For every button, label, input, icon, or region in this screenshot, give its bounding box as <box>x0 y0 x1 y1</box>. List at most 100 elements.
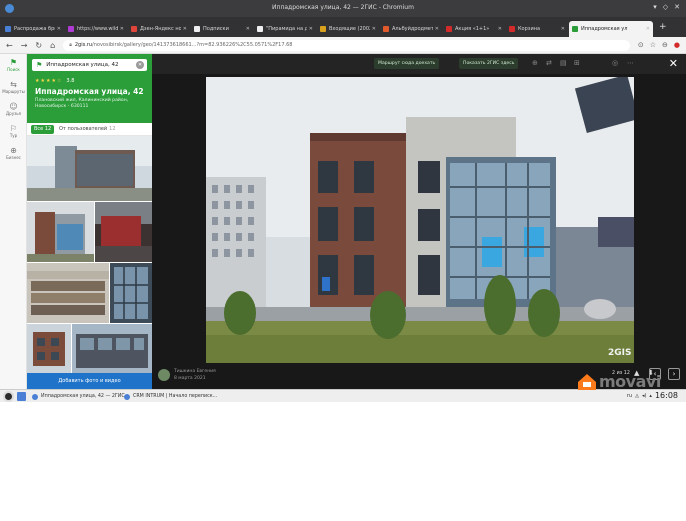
photo-thumbnail[interactable] <box>27 263 109 323</box>
reload-icon[interactable]: ↻ <box>35 41 42 50</box>
rail-item-routes[interactable]: ⇆ Маршруты <box>0 80 27 94</box>
browser-tab[interactable]: "Пирамида на до ✕ <box>254 21 316 37</box>
close-window-icon[interactable]: ✕ <box>674 3 680 11</box>
volume-icon[interactable]: ◂) <box>642 393 646 399</box>
place-name: Иппадромская улица, 42 <box>35 87 144 96</box>
tab-close-icon[interactable]: ✕ <box>183 26 187 32</box>
start-menu-icon[interactable] <box>3 391 14 402</box>
tour-icon: ⚐ <box>9 124 18 133</box>
tab-close-icon[interactable]: ✕ <box>498 26 502 32</box>
browser-tab[interactable]: https://www.wildb ✕ <box>65 21 127 37</box>
chromium-icon <box>32 393 38 400</box>
photo-thumbnail[interactable] <box>27 136 152 201</box>
photo-thumbnail[interactable] <box>27 324 71 373</box>
tab-title: Входящие (2002 н <box>329 26 370 32</box>
tab-close-icon[interactable]: ✕ <box>561 26 565 32</box>
more-icon[interactable]: ⋯ <box>627 59 634 67</box>
keyboard-layout[interactable]: ru <box>627 393 632 399</box>
home-icon[interactable]: ⌂ <box>50 41 55 50</box>
tab-close-icon[interactable]: ✕ <box>309 26 313 32</box>
tab-close-icon[interactable]: ✕ <box>646 26 650 32</box>
rail-item-tour[interactable]: ⚐ Тур <box>0 124 27 138</box>
car-icon[interactable]: ⇄ <box>546 59 552 67</box>
photo-thumbnail[interactable] <box>110 263 152 323</box>
browser-tab[interactable]: Акция «1+1» ✕ <box>443 21 505 37</box>
show-on-2gis-button[interactable]: Показать 2ГИС здесь <box>459 58 519 69</box>
rail-label: Поиск <box>7 67 20 72</box>
close-viewer-icon[interactable]: ✕ <box>669 57 678 70</box>
bookmark-star-icon[interactable]: ☆ <box>650 41 656 49</box>
tab-favicon-icon <box>257 26 263 32</box>
tab-all-photos[interactable]: Все 12 <box>31 125 55 134</box>
tab-close-icon[interactable]: ✕ <box>57 26 61 32</box>
tab-title: Корзина <box>518 26 541 32</box>
photo-thumbnail[interactable] <box>95 202 152 262</box>
opera-icon[interactable]: ● <box>674 41 680 49</box>
browser-tab-active[interactable]: Иппадромская ул ✕ <box>569 21 653 37</box>
new-tab-icon[interactable]: + <box>659 22 667 32</box>
thumbnail-image <box>27 263 109 323</box>
extension-icon[interactable]: ⊙ <box>638 41 644 49</box>
print-icon[interactable]: ▤ <box>560 59 567 67</box>
tab-favicon-icon <box>194 26 200 32</box>
search-input[interactable]: ⚑ Иппадромская улица, 42 ✕ <box>32 59 147 71</box>
rail-item-search[interactable]: ⚑ Поиск <box>0 58 27 72</box>
rail-label: Бизнес <box>6 155 21 160</box>
browser-tab[interactable]: Корзина ✕ <box>506 21 568 37</box>
rail-label: Тур <box>9 133 18 138</box>
tab-title: Дзен-Яндекс новост <box>140 26 181 32</box>
rail-item-business[interactable]: ⊕ Бизнес <box>0 146 27 160</box>
browser-tab[interactable]: Распродажа брен✕ <box>2 21 64 37</box>
route-here-button[interactable]: Маршрут сюда доехать <box>374 58 440 69</box>
business-icon: ⊕ <box>10 146 17 155</box>
tab-user-photos[interactable]: От пользователей 12 <box>59 126 116 132</box>
web-page: ⚑ Поиск ⇆ Маршруты ☺ Друзья ⚐ Тур ⊕ Бизнес ⚑ … <box>0 54 686 389</box>
tab-favicon-icon <box>383 26 389 32</box>
window-controls: ▾ ◇ ✕ <box>653 3 680 11</box>
menu-icon[interactable]: ◎ <box>612 59 618 67</box>
tab-close-icon[interactable]: ✕ <box>372 26 376 32</box>
address-bar[interactable]: 🔒︎ 2gis.ru /novosibirsk/gallery/geo/1413… <box>63 39 630 51</box>
tab-close-icon[interactable]: ✕ <box>246 26 250 32</box>
viewer-toolbar: Маршрут сюда доехать Показать 2ГИС здесь… <box>152 54 686 74</box>
notification-icon[interactable]: ▴ <box>649 393 652 399</box>
place-pin-icon: ⚑ <box>36 61 43 69</box>
photo-watermark-label: 2GIS <box>608 348 631 358</box>
system-tray: ru ◬ ◂) ▴ 16:08 <box>627 391 678 400</box>
tab-favicon-icon <box>572 26 578 32</box>
photo-viewer: Маршрут сюда доехать Показать 2ГИС здесь… <box>152 54 686 389</box>
browser-tab[interactable]: Входящие (2002 н✕ <box>317 21 379 37</box>
browser-tab[interactable]: Альбуйдродмет ✕ <box>380 21 442 37</box>
tab-title: Распродажа брен <box>14 26 55 32</box>
photo-thumbnail[interactable] <box>27 202 94 262</box>
rail-label: Друзья <box>6 111 21 116</box>
clear-search-icon[interactable]: ✕ <box>136 61 144 69</box>
browser-tab[interactable]: Подписки ✕ <box>191 21 253 37</box>
browser-tab[interactable]: Дзен-Яндекс новост✕ <box>128 21 190 37</box>
photo-thumbnail[interactable] <box>72 324 152 373</box>
tab-close-icon[interactable]: ✕ <box>120 26 124 32</box>
forward-icon[interactable]: → <box>21 41 28 50</box>
back-icon[interactable]: ← <box>6 41 13 50</box>
profile-icon[interactable]: ⊖ <box>662 41 668 49</box>
taskbar-item-crm[interactable]: CRM INTRUM | Начало переписк... <box>124 392 217 401</box>
friends-icon: ☺ <box>9 102 18 111</box>
add-photo-button[interactable]: Добавить фото и видео <box>27 373 152 389</box>
bookmark-icon[interactable]: ⊞ <box>574 59 580 67</box>
place-header: ⚑ Иппадромская улица, 42 ✕ ★★★★☆ 3.8 Иппа… <box>27 54 152 123</box>
next-photo-button[interactable]: › <box>668 368 680 380</box>
tab-favicon-icon <box>446 26 452 32</box>
desktop-icon[interactable] <box>17 392 26 401</box>
taskbar-item-2gis[interactable]: Иппадромская улица, 42 — 2ГИС... <box>32 392 129 401</box>
minimize-icon[interactable]: ▾ <box>653 3 657 11</box>
restore-icon[interactable]: ◇ <box>663 3 668 11</box>
tab-close-icon[interactable]: ✕ <box>435 26 439 32</box>
share-icon[interactable]: ⊕ <box>532 59 538 67</box>
rail-item-friends[interactable]: ☺ Друзья <box>0 102 27 116</box>
lock-icon: 🔒︎ <box>69 42 72 48</box>
tab-strip: Распродажа брен✕ https://www.wildb✕ Дзен… <box>0 17 686 37</box>
tab-user-label: От пользователей <box>59 126 108 132</box>
network-icon[interactable]: ◬ <box>635 393 639 399</box>
movavi-watermark: movavi <box>577 372 661 391</box>
author-name: Тишкина Евгения <box>174 369 216 374</box>
